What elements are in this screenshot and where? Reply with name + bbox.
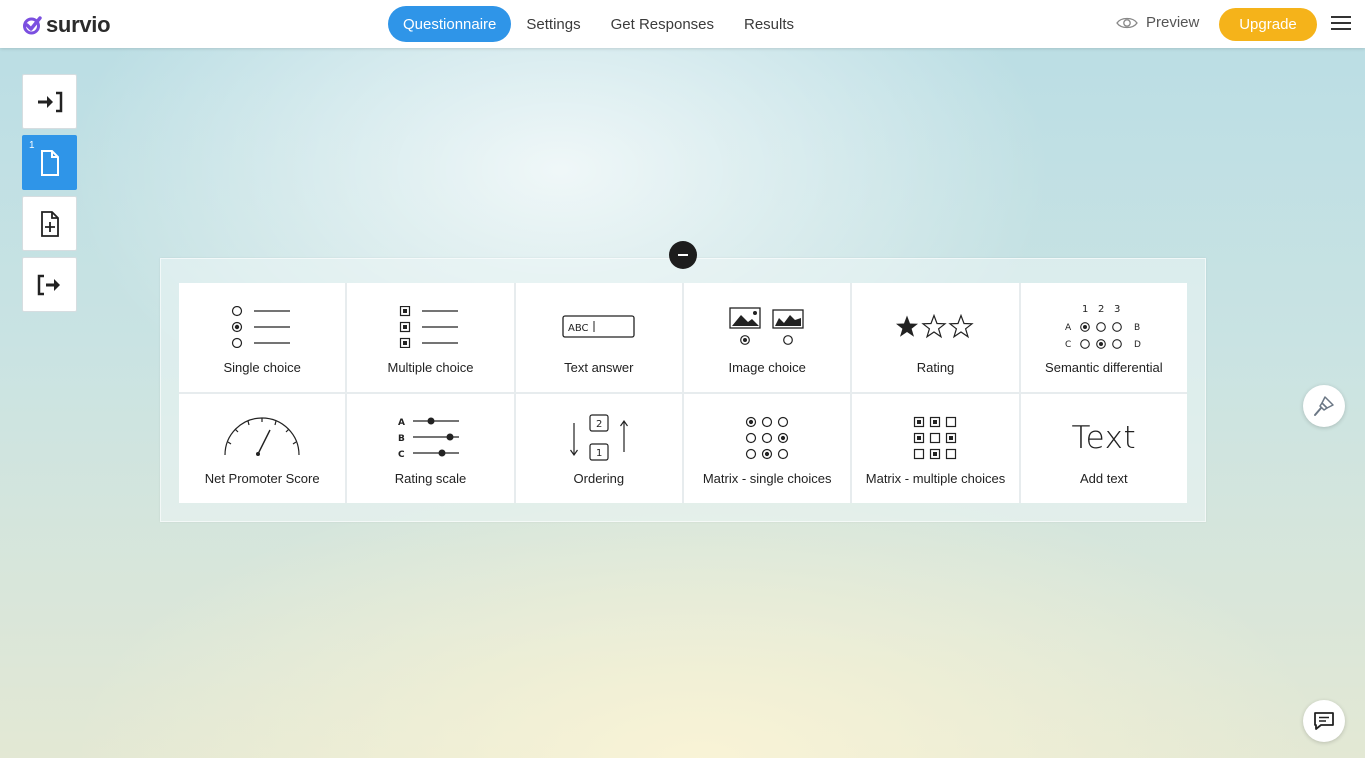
- rating-scale-icon: A B C: [398, 417, 460, 460]
- main-nav: Questionnaire Settings Get Responses Res…: [388, 6, 809, 42]
- question-type-rating-scale[interactable]: A B C Rating scale: [347, 394, 514, 503]
- question-type-label: Add text: [1079, 471, 1128, 486]
- question-type-grid: Single choice Multiple choice ABC Text a…: [179, 283, 1187, 503]
- semantic-row-label: C: [1065, 340, 1071, 350]
- exit-page-button[interactable]: [22, 257, 77, 312]
- single-choice-icon: [232, 306, 291, 348]
- ordering-icon: 2 1: [569, 414, 628, 461]
- upgrade-button[interactable]: Upgrade: [1219, 8, 1317, 41]
- question-type-label: Semantic differential: [1045, 360, 1163, 375]
- ordering-item: 2: [596, 419, 602, 430]
- question-type-ordering[interactable]: 2 1 Ordering: [515, 394, 682, 503]
- text-answer-icon: ABC: [562, 315, 635, 338]
- question-type-label: Single choice: [223, 360, 301, 375]
- question-type-label: Text answer: [564, 360, 634, 375]
- exit-page-icon: [37, 274, 60, 295]
- question-type-label: Rating scale: [394, 471, 467, 486]
- question-type-label: Image choice: [728, 360, 806, 375]
- intro-page-icon: [37, 91, 62, 112]
- page-1-button[interactable]: 1: [22, 135, 77, 190]
- rating-scale-row-label: C: [398, 450, 405, 460]
- question-type-multiple-choice[interactable]: Multiple choice: [347, 283, 514, 392]
- question-type-semantic-differential[interactable]: 1 2 3 A B C D Semantic differential: [1020, 283, 1187, 392]
- top-bar: survio Questionnaire Settings Get Respon…: [0, 0, 1365, 48]
- add-page-icon: [40, 210, 59, 237]
- add-page-button[interactable]: [22, 196, 77, 251]
- question-type-matrix-multiple[interactable]: Matrix - multiple choices: [852, 394, 1019, 503]
- tab-get-responses[interactable]: Get Responses: [596, 6, 729, 42]
- preview-label: Preview: [1146, 14, 1200, 31]
- tab-settings[interactable]: Settings: [511, 6, 595, 42]
- question-type-rating[interactable]: Rating: [852, 283, 1019, 392]
- text-answer-sample: ABC: [568, 323, 589, 334]
- question-type-text-answer[interactable]: ABC Text answer: [515, 283, 682, 392]
- image-choice-icon: [729, 307, 804, 345]
- tab-questionnaire[interactable]: Questionnaire: [388, 6, 512, 42]
- question-type-label: Multiple choice: [387, 360, 474, 375]
- semantic-row-label: A: [1065, 323, 1072, 333]
- ordering-item: 1: [596, 448, 602, 459]
- multiple-choice-icon: [400, 306, 459, 348]
- page-number: 1: [29, 140, 35, 151]
- hamburger-icon[interactable]: [1331, 16, 1351, 32]
- question-type-single-choice[interactable]: Single choice: [179, 283, 346, 392]
- question-type-image-choice[interactable]: Image choice: [683, 283, 851, 392]
- survio-logo-icon: [23, 16, 42, 35]
- page-icon: [40, 149, 59, 176]
- rating-scale-row-label: A: [398, 418, 405, 428]
- semantic-col-label: 1: [1082, 304, 1088, 315]
- design-button[interactable]: [1303, 385, 1345, 427]
- question-type-add-text[interactable]: Text Add text: [1020, 394, 1187, 503]
- collapse-panel-button[interactable]: [669, 241, 697, 269]
- rating-icon: [896, 314, 975, 339]
- semantic-row-label: D: [1134, 340, 1141, 350]
- logo-text: survio: [46, 12, 111, 37]
- tab-results[interactable]: Results: [729, 6, 809, 42]
- question-type-label: Ordering: [573, 471, 625, 486]
- survio-logo[interactable]: survio: [22, 12, 111, 38]
- gauge-icon: [224, 417, 300, 456]
- chat-icon: [1314, 712, 1334, 730]
- question-type-label: Net Promoter Score: [204, 471, 320, 486]
- semantic-col-label: 2: [1098, 304, 1104, 315]
- rating-scale-row-label: B: [398, 434, 405, 444]
- preview-button[interactable]: Preview: [1116, 14, 1199, 31]
- matrix-single-icon: [746, 416, 789, 460]
- semantic-differential-icon: 1 2 3 A B C D: [1065, 304, 1141, 350]
- question-type-matrix-single[interactable]: Matrix - single choices: [683, 394, 851, 503]
- question-type-label: Matrix - multiple choices: [865, 471, 1006, 486]
- eye-icon: [1116, 17, 1138, 28]
- question-type-label: Rating: [916, 360, 955, 375]
- question-type-net-promoter-score[interactable]: Net Promoter Score: [179, 394, 346, 503]
- chat-button[interactable]: [1303, 700, 1345, 742]
- matrix-multiple-icon: [914, 416, 957, 460]
- intro-page-button[interactable]: [22, 74, 77, 129]
- semantic-row-label: B: [1134, 323, 1140, 333]
- paintbrush-icon: [1314, 396, 1334, 416]
- question-type-label: Matrix - single choices: [702, 471, 832, 486]
- semantic-col-label: 3: [1114, 304, 1120, 315]
- text-icon: Text: [1071, 420, 1137, 456]
